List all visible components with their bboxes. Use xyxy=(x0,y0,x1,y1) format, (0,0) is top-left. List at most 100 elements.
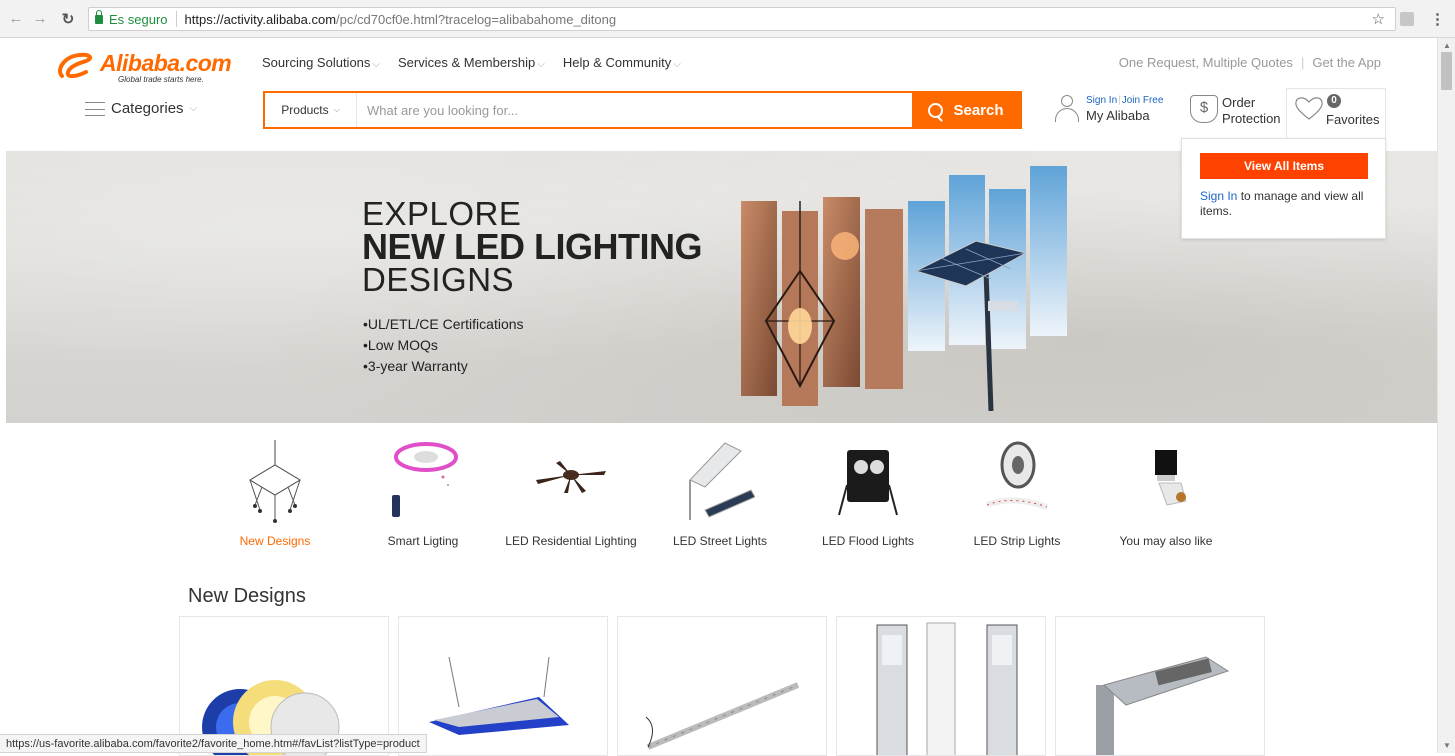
popup-sign-in-link[interactable]: Sign In xyxy=(1200,189,1237,203)
smart-ceiling-light-icon xyxy=(392,442,458,517)
divider: | xyxy=(1118,95,1121,106)
category-smart-ligting[interactable]: Smart Ligting xyxy=(353,423,493,573)
nav-label: Help & Community xyxy=(562,55,672,70)
scroll-down-icon[interactable]: ▼ xyxy=(1443,741,1451,750)
chevron-down-icon: ⌵ xyxy=(189,103,198,114)
list-icon xyxy=(85,101,105,116)
category-led-flood-lights[interactable]: LED Flood Lights xyxy=(798,423,938,573)
favorites-button[interactable]: 0 Favorites xyxy=(1286,88,1386,138)
hero-bullet: •3-year Warranty xyxy=(363,358,468,374)
search-button-label: Search xyxy=(953,101,1004,119)
category-you-may-also-like[interactable]: You may also like xyxy=(1096,423,1236,573)
address-bar[interactable]: Es seguro https://activity.alibaba.com/p… xyxy=(88,7,1396,31)
account-area: Sign In|Join Free My Alibaba xyxy=(1054,95,1163,123)
browser-menu-icon[interactable]: ⋮ xyxy=(1430,10,1445,28)
order-protection[interactable]: $ Order Protection xyxy=(1190,95,1281,127)
street-light-icon xyxy=(689,442,755,520)
search-input[interactable] xyxy=(357,93,912,127)
category-label: LED Strip Lights xyxy=(973,534,1061,548)
view-all-items-button[interactable]: View All Items xyxy=(1200,153,1368,179)
site-header: Alibaba.com Global trade starts here. So… xyxy=(0,38,1437,151)
sign-in-link[interactable]: Sign In xyxy=(1086,95,1117,106)
hero-product-collage xyxy=(741,166,1067,411)
led-panel-modules-image xyxy=(876,622,1018,755)
search-scope-label: Products xyxy=(281,103,329,117)
favorites-count-badge: 0 xyxy=(1327,94,1341,108)
logo-swoosh-icon xyxy=(58,52,92,79)
chevron-down-icon: ⌵ xyxy=(673,59,681,70)
logo-tagline: Global trade starts here. xyxy=(118,75,204,84)
logo-text: Alibaba.com xyxy=(100,50,232,76)
category-label: LED Street Lights xyxy=(672,534,768,548)
top-links: One Request, Multiple Quotes | Get the App xyxy=(1119,55,1381,70)
nav-sourcing-solutions[interactable]: Sourcing Solutions ⌵ xyxy=(262,55,380,70)
nav-services-membership[interactable]: Services & Membership ⌵ xyxy=(398,55,545,70)
chevron-down-icon: ⌵ xyxy=(537,59,545,70)
category-led-residential-lighting[interactable]: LED Residential Lighting xyxy=(501,423,641,573)
link-get-app[interactable]: Get the App xyxy=(1312,55,1381,70)
join-free-link[interactable]: Join Free xyxy=(1122,95,1164,106)
chandelier-icon xyxy=(249,440,301,523)
favorites-popup-message: Sign In to manage and view all items. xyxy=(1200,189,1375,219)
search-bar: Products ⌵ Search xyxy=(263,91,1022,129)
category-label: New Designs xyxy=(239,534,311,548)
url-host: https://activity.alibaba.com xyxy=(184,11,337,27)
hero-line-3: DESIGNS xyxy=(362,261,515,298)
nav-label: Sourcing Solutions xyxy=(262,55,371,70)
category-label: LED Residential Lighting xyxy=(505,534,637,548)
shield-icon: $ xyxy=(1190,95,1218,123)
section-title: New Designs xyxy=(188,585,306,607)
category-new-designs[interactable]: New Designs xyxy=(205,423,345,573)
scroll-thumb[interactable] xyxy=(1441,52,1452,90)
category-strip: New Designs Smart Ligting LED Residentia… xyxy=(179,423,1264,573)
categories-label: Categories xyxy=(111,100,184,117)
ceiling-fan-icon xyxy=(536,461,606,493)
reload-icon[interactable]: ↻ xyxy=(58,10,78,28)
alibaba-logo[interactable]: Alibaba.com Global trade starts here. xyxy=(56,50,232,84)
browser-toolbar: ← → ↻ Es seguro https://activity.alibaba… xyxy=(0,0,1455,38)
category-label: You may also like xyxy=(1119,534,1213,548)
chevron-down-icon: ⌵ xyxy=(333,105,340,114)
favorites-label: Favorites xyxy=(1326,112,1380,127)
extension-icon[interactable] xyxy=(1400,12,1414,26)
secure-label: Es seguro xyxy=(109,11,168,27)
grow-light-image xyxy=(429,656,569,735)
nav-help-community[interactable]: Help & Community ⌵ xyxy=(563,55,681,70)
favorites-popup: View All Items Sign In to manage and vie… xyxy=(1181,138,1386,239)
divider xyxy=(175,11,177,27)
page-scrollbar[interactable]: ▲ ▼ xyxy=(1437,38,1455,753)
product-card[interactable] xyxy=(398,616,608,756)
category-led-street-lights[interactable]: LED Street Lights xyxy=(650,423,790,573)
category-led-strip-lights[interactable]: LED Strip Lights xyxy=(947,423,1087,573)
category-label: LED Flood Lights xyxy=(821,534,915,548)
product-card[interactable] xyxy=(617,616,827,756)
flood-light-icon xyxy=(838,450,898,516)
lock-icon xyxy=(95,9,103,24)
search-button[interactable]: Search xyxy=(912,93,1020,127)
forward-icon[interactable]: → xyxy=(30,10,50,27)
search-scope-select[interactable]: Products ⌵ xyxy=(265,93,357,127)
categories-menu[interactable]: Categories ⌵ xyxy=(85,100,197,117)
hero-bullet: •UL/ETL/CE Certifications xyxy=(363,316,524,332)
led-bar-image xyxy=(645,682,800,750)
street-lamp-head-image xyxy=(1096,656,1230,755)
link-request-quotes[interactable]: One Request, Multiple Quotes xyxy=(1119,55,1293,70)
product-card[interactable] xyxy=(836,616,1046,756)
order-protection-line2: Protection xyxy=(1222,111,1281,126)
heart-icon xyxy=(1295,97,1323,120)
back-icon[interactable]: ← xyxy=(6,10,26,27)
divider: | xyxy=(1300,55,1305,70)
bookmark-star-icon[interactable]: ☆ xyxy=(1372,10,1385,28)
my-alibaba-link[interactable]: My Alibaba xyxy=(1086,108,1163,123)
chevron-down-icon: ⌵ xyxy=(372,59,380,70)
order-protection-line1: Order xyxy=(1222,95,1256,110)
category-label: Smart Ligting xyxy=(387,534,459,548)
nav-label: Services & Membership xyxy=(398,55,536,70)
scroll-up-icon[interactable]: ▲ xyxy=(1443,41,1451,50)
hero-bullets: •UL/ETL/CE Certifications •Low MOQs •3-y… xyxy=(363,314,524,377)
status-bar-url: https://us-favorite.alibaba.com/favorite… xyxy=(0,734,427,753)
url-path: /pc/cd70cf0e.html?tracelog=alibabahome_d… xyxy=(336,11,617,27)
spot-light-icon xyxy=(1155,450,1187,506)
user-icon[interactable] xyxy=(1054,95,1080,123)
product-card[interactable] xyxy=(1055,616,1265,756)
